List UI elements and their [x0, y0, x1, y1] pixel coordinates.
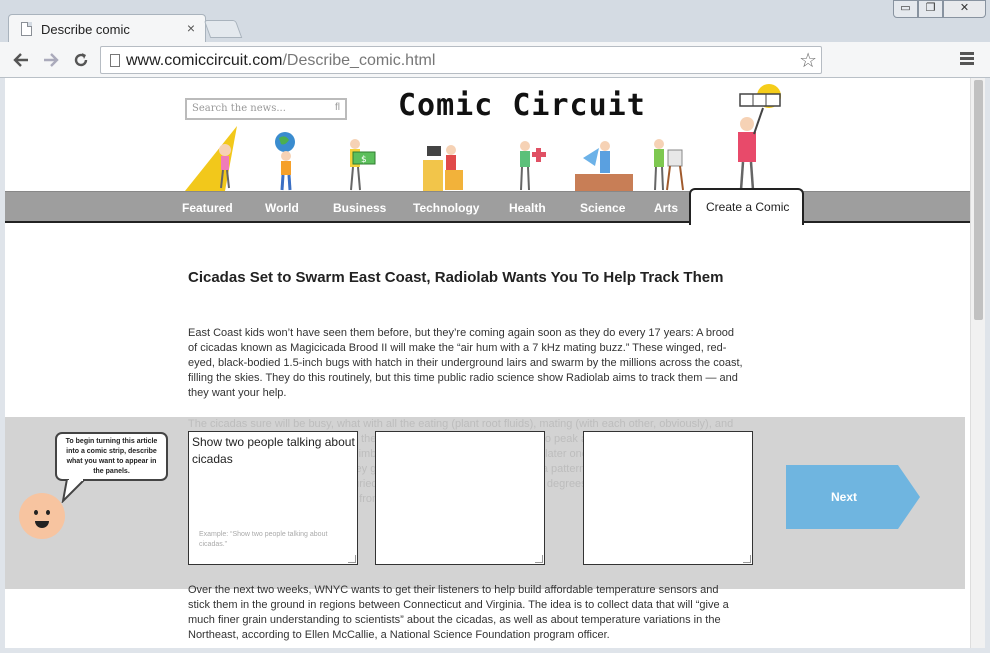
address-bar[interactable]: www.comiccircuit.com/Describe_comic.html… [100, 46, 822, 74]
scrollbar-thumb[interactable] [974, 80, 983, 320]
svg-text:$: $ [361, 155, 367, 165]
comic-builder-panel: The cicadas sure will be busy, what with… [5, 417, 965, 589]
helper-avatar [19, 493, 65, 539]
nav-health[interactable]: Health [509, 201, 546, 215]
forward-arrow-icon[interactable] [42, 51, 60, 69]
browser-toolbar: www.comiccircuit.com/Describe_comic.html… [0, 42, 990, 78]
page-favicon-icon [21, 22, 32, 36]
window-close-button[interactable]: ✕ [943, 0, 986, 18]
nav-create-comic[interactable]: Create a Comic [689, 188, 804, 225]
tab-title: Describe comic [41, 22, 130, 37]
bookmark-star-icon[interactable]: ☆ [799, 48, 817, 73]
speech-bubble-tail-icon [61, 479, 87, 503]
nav-featured[interactable]: Featured [182, 201, 233, 215]
comic-panel-1-textarea[interactable]: Show two people talking about cicadas Ex… [188, 431, 358, 565]
nav-technology[interactable]: Technology [413, 201, 479, 215]
nav-business[interactable]: Business [333, 201, 386, 215]
comic-panel-3-textarea[interactable] [583, 431, 753, 565]
page-viewport: Search the news... fl Comic Circuit $ Fe… [5, 78, 970, 648]
page-scrollbar[interactable] [970, 78, 985, 648]
reload-icon[interactable] [72, 51, 90, 69]
nav-world[interactable]: World [265, 201, 299, 215]
tab-close-icon[interactable]: × [187, 20, 195, 36]
back-arrow-icon[interactable] [12, 51, 30, 69]
site-nav: Featured World Business Technology Healt… [5, 188, 970, 225]
header-illustration: $ [185, 84, 781, 192]
browser-titlebar: Describe comic × ▭ ❐ ✕ [0, 0, 990, 42]
browser-tab[interactable]: Describe comic × [8, 14, 206, 42]
article-paragraph-1: East Coast kids won’t have seen them bef… [188, 327, 743, 399]
nav-science[interactable]: Science [580, 201, 625, 215]
article-title: Cicadas Set to Swarm East Coast, Radiola… [188, 269, 724, 286]
next-button[interactable]: Next [786, 465, 920, 529]
new-tab-button[interactable] [203, 20, 243, 38]
resize-grip-icon[interactable] [535, 555, 543, 563]
helper-speech-bubble: To begin turning this article into a com… [55, 432, 168, 481]
nav-arts[interactable]: Arts [654, 201, 678, 215]
comic-panel-2-textarea[interactable] [375, 431, 545, 565]
article-paragraph-2: Over the next two weeks, WNYC wants to g… [188, 584, 729, 641]
window-maximize-button[interactable]: ❐ [918, 0, 943, 18]
page-icon [110, 54, 120, 67]
resize-grip-icon[interactable] [348, 555, 356, 563]
resize-grip-icon[interactable] [743, 555, 751, 563]
window-minimize-button[interactable]: ▭ [893, 0, 918, 18]
url-text[interactable]: www.comiccircuit.com/Describe_comic.html [126, 52, 435, 70]
browser-menu-icon[interactable] [960, 52, 974, 67]
